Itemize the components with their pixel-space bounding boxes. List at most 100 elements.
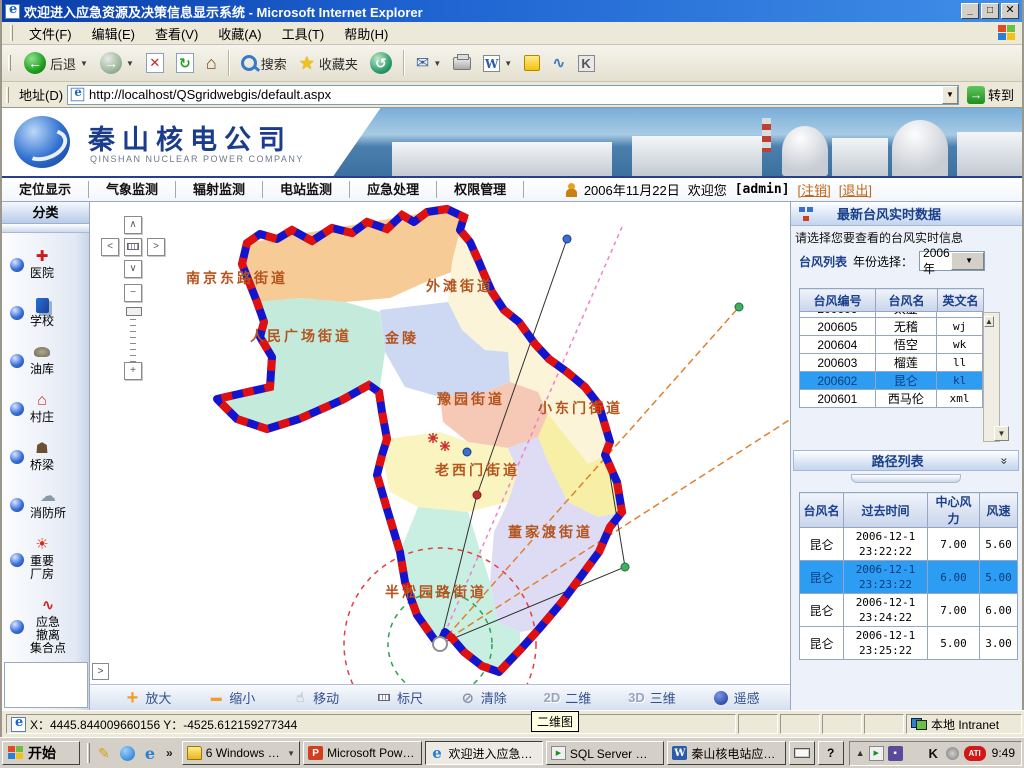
track-point-blue-mid[interactable] [463,448,471,456]
tray-sql-server-icon[interactable] [869,746,884,761]
collapse-chevron-icon[interactable]: » [998,457,1012,464]
tray-update-icon[interactable] [945,746,960,761]
quicklaunch-msn-icon[interactable] [118,744,136,762]
map-pan-button[interactable]: 移动 [292,688,339,707]
tray-ati-icon[interactable] [964,746,986,761]
mail-dropdown-icon[interactable]: ▼ [433,59,441,68]
sphere-bullet-icon[interactable] [10,258,24,272]
scroll-up-icon[interactable]: ▲ [984,316,994,327]
sidebar-item-assembly-point[interactable]: 应急 撤离 集合点 [2,590,89,664]
sphere-bullet-icon[interactable] [10,498,24,512]
task-word-document[interactable]: W 秦山核电站应急... [667,741,785,765]
menu-help[interactable]: 帮助(H) [334,21,398,46]
panel-splitter-grip[interactable] [851,474,961,483]
sidebar-item-key-buildings[interactable]: 重要 厂房 [2,529,89,590]
sidebar-item-village[interactable]: 村庄 [2,385,89,433]
zoom-slider[interactable] [124,314,142,364]
path-list-bar[interactable]: 路径列表 » [793,450,1019,471]
address-input[interactable]: http://localhost/QSgridwebgis/default.as… [67,85,959,105]
quicklaunch-grip[interactable] [87,743,90,763]
sphere-bullet-icon[interactable] [10,402,24,416]
task-windows-explorer-group[interactable]: 6 Windows Expl... ▼ [182,741,300,765]
group-dropdown-icon[interactable]: ▼ [287,749,295,758]
track-point-red[interactable] [473,491,481,499]
map-3d-button[interactable]: 3D三维 [628,688,676,707]
stop-button[interactable] [141,50,169,76]
track-point-green-low[interactable] [621,563,629,571]
map-canvas[interactable]: 南京东路街道 外滩街道 人民广场街道 金陵 豫园街道 小东门街道 老西门街道 董… [90,202,794,684]
zoom-plus-button[interactable]: + [124,362,142,380]
map-zoom-out-button[interactable]: 缩小 [208,688,255,707]
nav-tab-radiation[interactable]: 辐射监测 [176,181,263,198]
tray-agent-icon[interactable] [888,746,903,761]
pan-left-button[interactable]: < [101,238,119,256]
close-button[interactable]: ✕ [1001,3,1019,19]
map-zoom-in-button[interactable]: 放大 [124,688,171,707]
sphere-bullet-icon[interactable] [10,620,24,634]
start-button[interactable]: 开始 [2,741,80,765]
task-ie-active[interactable]: e 欢迎进入应急资... [425,741,543,765]
map-remote-sensing-button[interactable]: 遥感 [713,688,760,707]
antivirus-button[interactable]: K [573,52,600,75]
map-clear-button[interactable]: 清除 [460,688,507,707]
keyboard-layout-button[interactable] [789,741,815,765]
nav-tab-station[interactable]: 电站监测 [263,181,350,198]
detail-row[interactable]: 昆仑 2006-12-1 23:22:22 7.00 5.60 [800,528,1018,561]
address-grip[interactable] [6,87,9,103]
track-point-blue-top[interactable] [563,235,571,243]
typhoon-row[interactable]: 200604 悟空 wk [800,336,983,354]
print-button[interactable] [448,54,476,73]
pan-right-button[interactable]: > [147,238,165,256]
refresh-button[interactable] [171,50,199,76]
nav-tab-permissions[interactable]: 权限管理 [437,181,524,198]
minimize-button[interactable]: _ [961,3,979,19]
pan-center-button[interactable] [124,238,142,256]
nav-tab-location[interactable]: 定位显示 [2,181,89,198]
menu-grip[interactable] [10,25,13,41]
edit-word-button[interactable]: W▼ [478,52,517,75]
sidebar-item-oil-depot[interactable]: 油库 [2,337,89,385]
go-button[interactable]: → 转到 [963,85,1018,104]
quicklaunch-ie-icon[interactable]: e [141,744,159,762]
search-button[interactable]: 搜索 [236,51,292,76]
menu-file[interactable]: 文件(F) [19,21,82,46]
logout-link[interactable]: [注销] [798,180,831,199]
task-powerpoint[interactable]: P Microsoft PowerP... [303,741,421,765]
tray-grid-icon[interactable] [907,746,922,761]
back-button[interactable]: 后退 ▼ [19,49,93,77]
tray-clock[interactable]: 9:49 [990,746,1015,760]
col-typhoon-name[interactable]: 台风名 [876,289,938,312]
detail-row[interactable]: 昆仑 2006-12-1 23:24:22 7.00 6.00 [800,594,1018,627]
menu-edit[interactable]: 编辑(E) [82,21,145,46]
col-center-power[interactable]: 中心风力 [928,493,980,528]
sphere-bullet-icon[interactable] [10,306,24,320]
sidebar-expand-button[interactable]: > [92,663,109,680]
col-typhoon-id[interactable]: 台风编号 [800,289,876,312]
title-bar[interactable]: 欢迎进入应急资源及决策信息显示系统 - Microsoft Internet E… [2,0,1022,22]
col-wind-speed[interactable]: 风速 [980,493,1018,528]
col-past-time[interactable]: 过去时间 [844,493,928,528]
history-button[interactable] [365,49,397,77]
back-dropdown-icon[interactable]: ▼ [80,59,88,68]
forward-button[interactable]: ▼ [95,49,139,77]
district-renminguangchang[interactable] [217,298,385,429]
sphere-bullet-icon[interactable] [10,354,24,368]
detail-row[interactable]: 昆仑 2006-12-1 23:25:22 5.00 3.00 [800,627,1018,660]
sidebar-item-hospital[interactable]: 医院 [2,241,89,289]
zoom-minus-button[interactable]: − [124,284,142,302]
typhoon-list-scrollbar[interactable]: ▲ ▼ [983,312,1000,442]
quicklaunch-overflow-icon[interactable]: » [164,746,175,760]
typhoon-row[interactable]: 200605 无稽 wj [800,318,983,336]
pan-down-button[interactable]: ∨ [124,260,142,278]
tray-expand-icon[interactable]: ▲ [856,748,865,758]
sphere-bullet-icon[interactable] [10,450,24,464]
map-ruler-button[interactable]: 标尺 [376,688,423,707]
menu-view[interactable]: 查看(V) [145,21,208,46]
tray-kaspersky-icon[interactable] [926,746,941,761]
sidebar-item-school[interactable]: 学校 [2,289,89,337]
menu-tools[interactable]: 工具(T) [272,21,335,46]
typhoon-center-point[interactable] [433,637,447,651]
detail-row-selected[interactable]: 昆仑 2006-12-1 23:23:22 6.00 5.00 [800,561,1018,594]
quicklaunch-pen-icon[interactable] [95,744,113,762]
nav-tab-emergency[interactable]: 应急处理 [350,181,437,198]
